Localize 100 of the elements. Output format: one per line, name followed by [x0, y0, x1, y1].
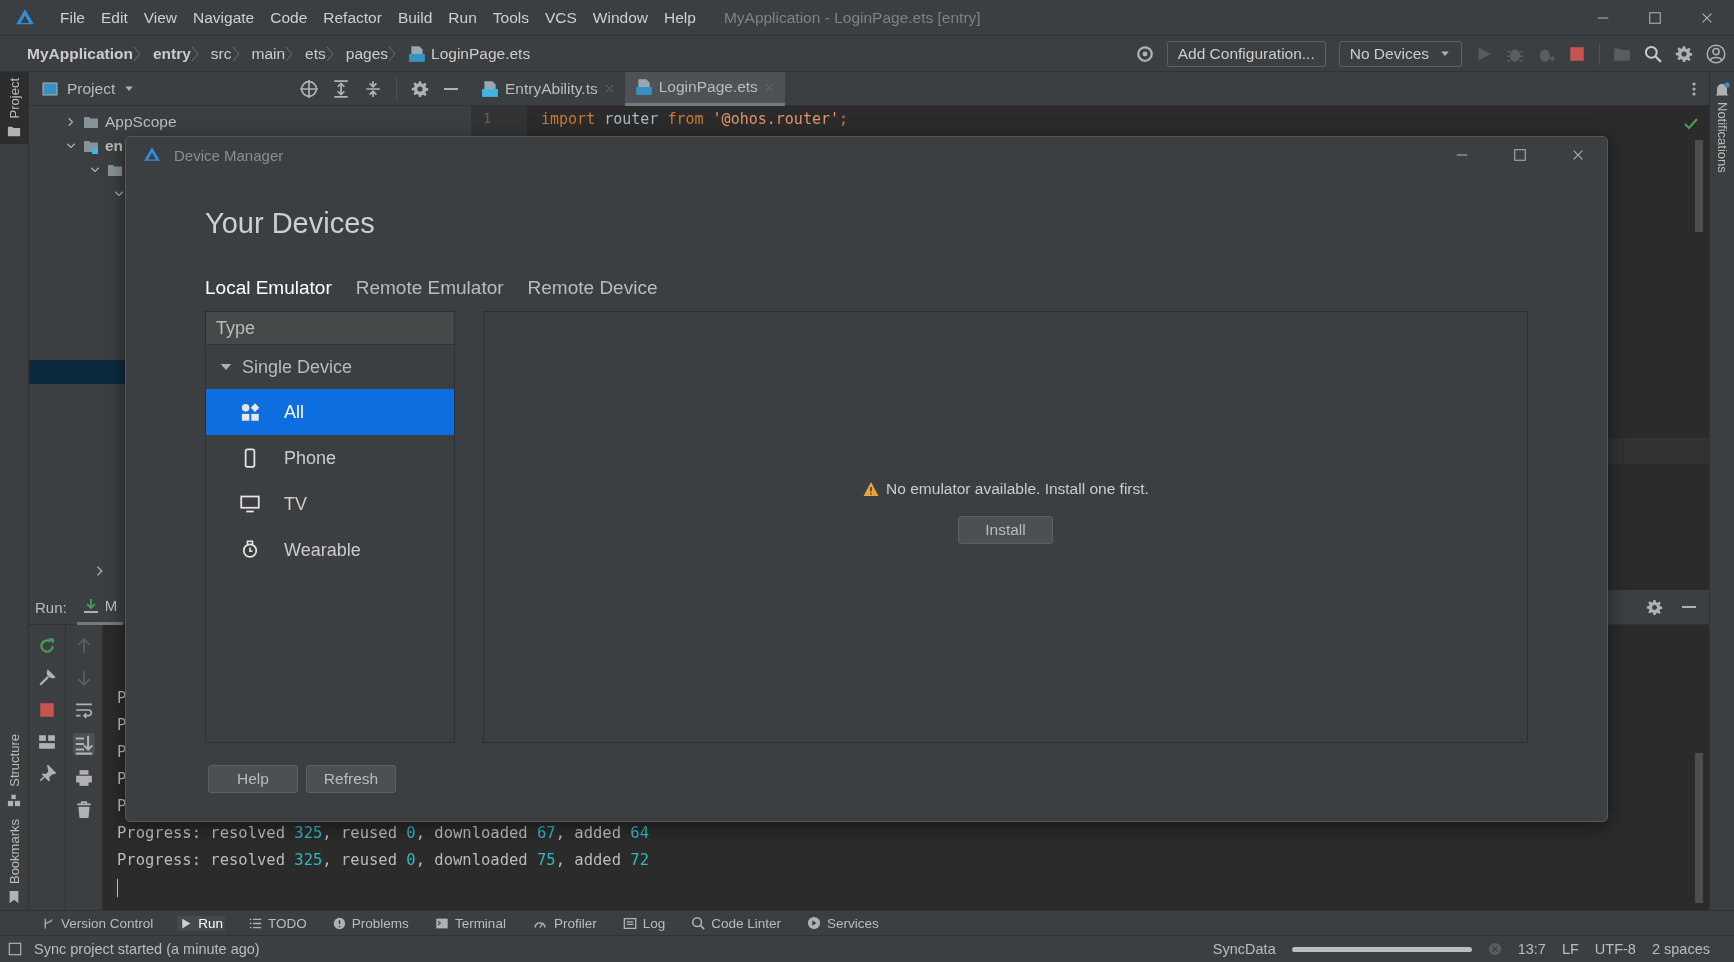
expand-all-icon[interactable] [332, 79, 350, 98]
close-icon[interactable] [1571, 148, 1585, 162]
ets-file-icon [408, 44, 427, 63]
settings-icon[interactable] [1646, 598, 1663, 616]
breadcrumb[interactable]: src [210, 44, 232, 63]
menu-item[interactable]: Navigate [185, 8, 263, 27]
document-icon [622, 916, 637, 930]
empty-message: No emulator available. Install one first. [886, 480, 1149, 498]
chevron-right-icon [285, 44, 294, 63]
editor-tab[interactable]: EntryAbility.ts [471, 71, 625, 106]
layout-icon[interactable] [38, 733, 56, 751]
settings-icon[interactable] [411, 79, 429, 98]
editor-tab[interactable]: LoginPage.ets [624, 71, 785, 106]
file-encoding[interactable]: UTF-8 [1594, 941, 1636, 957]
collapse-all-icon[interactable] [364, 79, 382, 98]
status-message: Sync project started (a minute ago) [34, 941, 260, 957]
download-icon [82, 597, 99, 614]
dialog-button[interactable]: Help [208, 765, 298, 793]
tool-window-tab[interactable]: Services [805, 915, 881, 931]
tree-item[interactable]: en [105, 137, 124, 155]
search-icon[interactable] [1644, 44, 1662, 63]
menu-item[interactable]: Build [389, 8, 441, 27]
wrench-icon[interactable] [38, 669, 56, 687]
breadcrumb[interactable]: ets [305, 44, 326, 63]
breadcrumb[interactable]: pages [345, 44, 389, 63]
stop-icon[interactable] [1568, 44, 1586, 63]
menu-item[interactable]: Tools [484, 8, 537, 27]
menu-item[interactable]: Window [584, 8, 656, 27]
console-line: Progress: resolved 325, reused 0, downloaded 67, added 64 [117, 823, 649, 844]
console-line: Progress: resolved 325, reused 0, downloaded 75, added 72 [117, 850, 649, 871]
maximize-icon[interactable] [1648, 10, 1662, 25]
console-line: P [117, 769, 127, 790]
breadcrumb[interactable]: entry [152, 44, 191, 63]
monitor-icon [240, 494, 260, 514]
tool-window-tab[interactable]: Code Linter [689, 915, 783, 931]
device-type-item[interactable]: Phone [206, 435, 454, 481]
device-type-item[interactable]: TV [206, 481, 454, 527]
menu-item[interactable]: File [52, 8, 93, 27]
folder-icon [106, 162, 124, 178]
stop-icon[interactable] [38, 701, 56, 719]
bell-icon[interactable] [1714, 82, 1730, 98]
scroll-to-end-icon[interactable] [73, 733, 95, 755]
project-view-selector[interactable]: Project [41, 79, 136, 98]
chevron-right-icon [190, 44, 199, 63]
device-tab[interactable]: Local Emulator [205, 271, 332, 305]
crosshair-icon[interactable] [300, 79, 318, 98]
install-button[interactable]: Install [958, 516, 1053, 544]
settings-icon[interactable] [1675, 44, 1693, 63]
branch-icon [42, 916, 55, 930]
list-icon [249, 916, 263, 930]
menu-item[interactable]: Edit [93, 8, 136, 27]
soft-wrap-icon[interactable] [75, 701, 93, 719]
console-line: P [117, 796, 127, 817]
line-separator[interactable]: LF [1561, 941, 1579, 957]
menu-item[interactable]: Help [656, 8, 704, 27]
dialog-button[interactable]: Refresh [306, 765, 396, 793]
device-type-item[interactable]: Wearable [206, 527, 454, 573]
device-tab[interactable]: Remote Device [527, 271, 658, 305]
trash-icon[interactable] [75, 801, 93, 819]
tool-window-tab[interactable]: Problems [330, 915, 411, 931]
tool-window-tab[interactable]: Profiler [529, 915, 599, 931]
breadcrumb[interactable]: MyApplication [27, 44, 133, 63]
device-type-item[interactable]: All [206, 389, 454, 435]
menu-item[interactable]: Refactor [315, 8, 390, 27]
tree-item[interactable]: AppScope [105, 113, 177, 131]
target-icon[interactable] [1135, 44, 1154, 63]
module-folder-icon [82, 138, 100, 154]
tree-group[interactable]: Single Device [242, 356, 353, 378]
caret-position[interactable]: 13:7 [1517, 941, 1546, 957]
tool-window-tab[interactable]: TODO [247, 915, 309, 931]
tool-window-tab[interactable]: Bookmarks [6, 818, 22, 884]
tool-window-tab[interactable]: Terminal [432, 915, 508, 931]
scrollbar[interactable] [1695, 753, 1703, 903]
tool-window-tab[interactable]: Run [177, 915, 226, 931]
breadcrumb[interactable]: main [251, 44, 286, 63]
user-icon[interactable] [1706, 43, 1726, 64]
scrollbar[interactable] [1695, 140, 1703, 232]
indent-setting[interactable]: 2 spaces [1651, 941, 1710, 957]
tool-window-tab[interactable]: Log [620, 915, 668, 931]
add-configuration-button[interactable]: Add Configuration... [1166, 40, 1326, 67]
print-icon[interactable] [75, 769, 93, 787]
window-title: MyApplication - LoginPage.ets [entry] [723, 8, 982, 27]
ets-file-icon [634, 78, 653, 96]
pin-icon[interactable] [38, 765, 56, 783]
menu-item[interactable]: Code [262, 8, 316, 27]
device-dropdown[interactable]: No Devices [1338, 40, 1462, 67]
menu-item[interactable]: Run [440, 8, 485, 27]
breadcrumb[interactable]: LoginPage.ets [408, 44, 531, 63]
tool-window-tab[interactable]: Structure [6, 734, 22, 787]
menu-item[interactable]: View [135, 8, 186, 27]
tool-window-tab[interactable]: Notifications [1714, 102, 1730, 173]
grid-icon [240, 402, 260, 422]
console-line: P [117, 715, 127, 736]
maximize-icon[interactable] [1513, 148, 1527, 162]
tool-window-tab[interactable]: Version Control [40, 915, 156, 931]
rerun-icon[interactable] [38, 637, 56, 655]
menu-item[interactable]: VCS [536, 8, 585, 27]
device-tab[interactable]: Remote Emulator [355, 271, 504, 305]
check-icon [1683, 116, 1699, 132]
column-header: Type [216, 317, 256, 339]
